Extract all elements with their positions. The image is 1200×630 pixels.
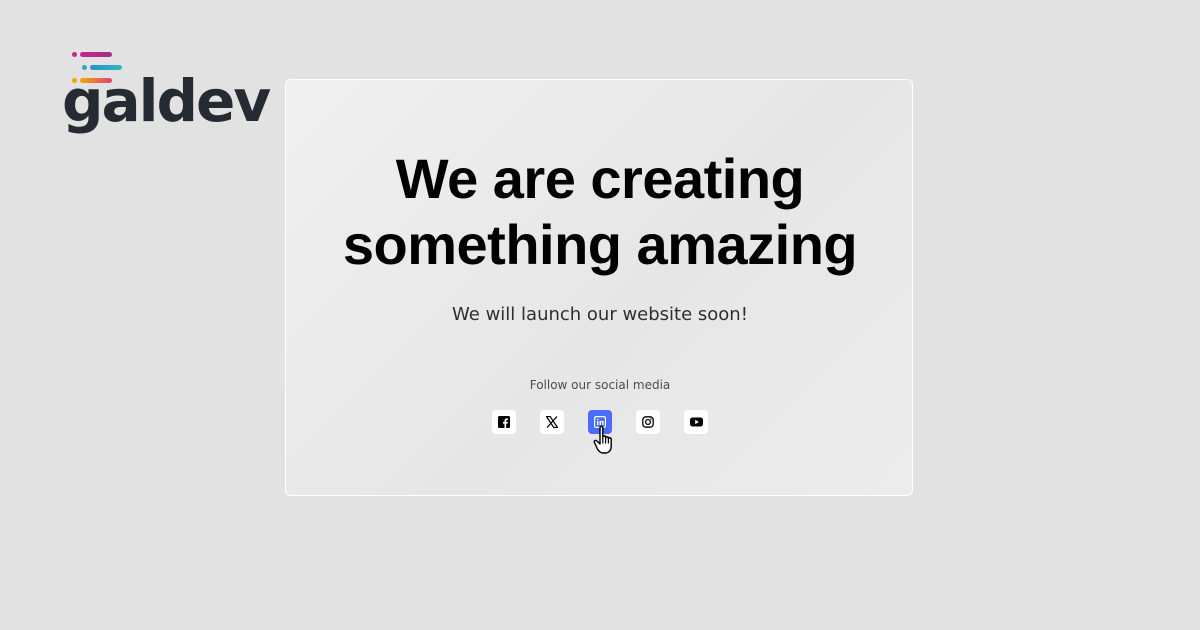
- linkedin-link[interactable]: [588, 410, 612, 434]
- logo-wordmark: galdev: [62, 67, 271, 135]
- facebook-link[interactable]: [492, 410, 516, 434]
- galdev-logo[interactable]: galdev: [62, 50, 271, 146]
- youtube-link[interactable]: [684, 410, 708, 434]
- x-twitter-icon: [546, 416, 558, 428]
- headline-line-1: We are creating: [395, 147, 805, 210]
- headline: We are creating something amazing: [286, 146, 914, 278]
- coming-soon-card: We are creating something amazing We wil…: [285, 79, 913, 496]
- facebook-icon: [498, 416, 510, 428]
- x-link[interactable]: [540, 410, 564, 434]
- follow-label: Follow our social media: [529, 378, 671, 392]
- youtube-icon: [689, 417, 703, 427]
- subtitle: We will launch our website soon!: [452, 304, 748, 325]
- social-links: [492, 410, 712, 436]
- instagram-icon: [642, 416, 654, 428]
- headline-line-2: something amazing: [342, 213, 858, 276]
- linkedin-icon: [594, 416, 606, 428]
- instagram-link[interactable]: [636, 410, 660, 434]
